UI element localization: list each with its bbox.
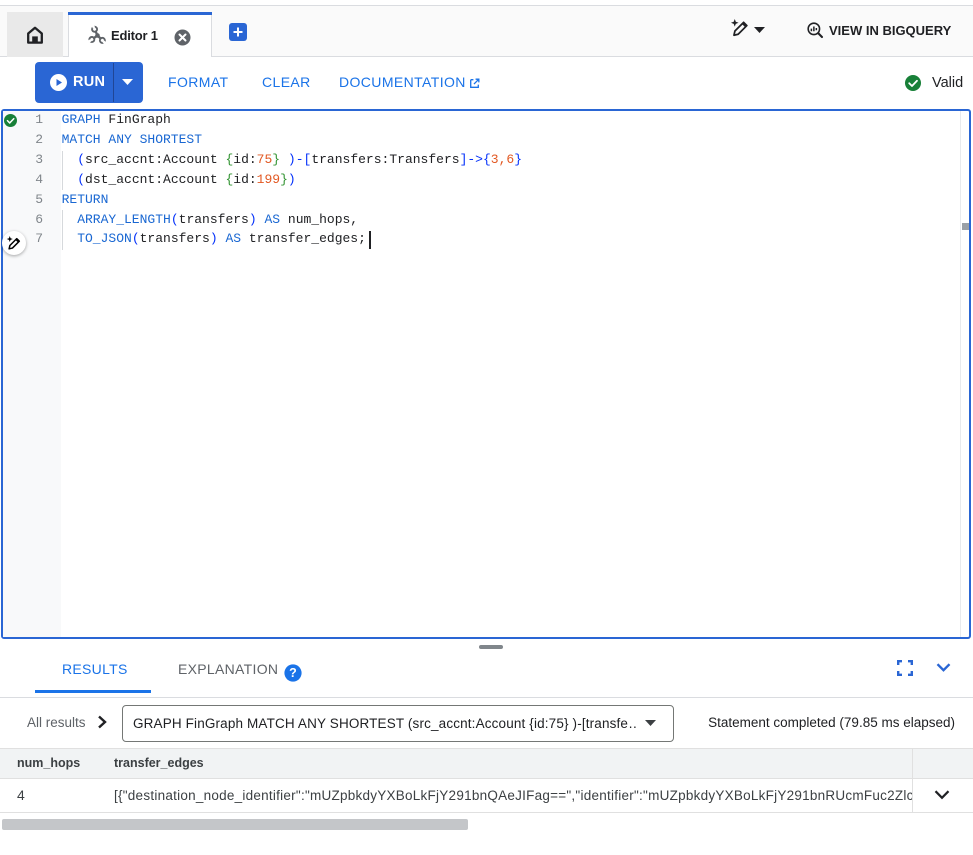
svg-text:?: ? xyxy=(289,666,297,680)
